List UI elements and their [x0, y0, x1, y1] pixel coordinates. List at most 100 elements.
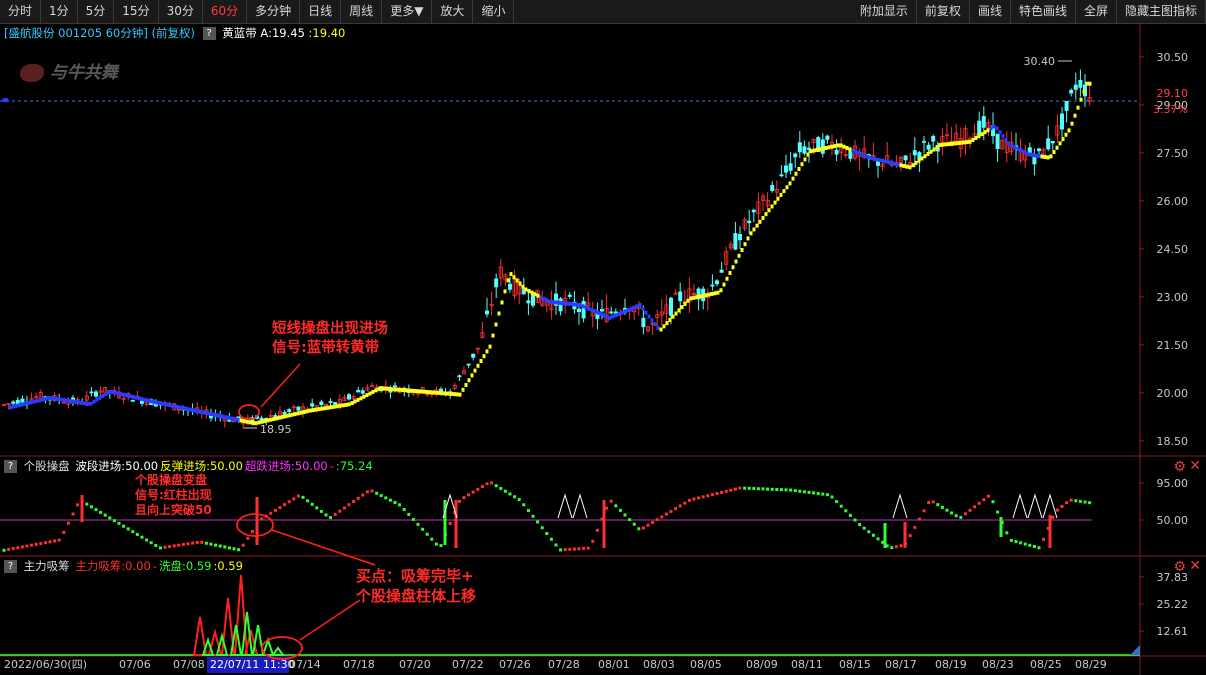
indicator1-mark: [517, 498, 521, 502]
indicator1-mark: [526, 509, 530, 512]
indicator1-mark: [301, 495, 305, 499]
band-segment: [431, 390, 435, 395]
annotation-line: 个股操盘柱体上移: [356, 587, 477, 605]
band-segment: [527, 289, 531, 294]
band-segment: [1019, 148, 1023, 153]
candle-body: [11, 401, 16, 404]
band-segment: [227, 415, 231, 420]
band-segment: [506, 278, 510, 283]
indicator1-mark: [894, 545, 898, 549]
indicator1-mark: [715, 492, 719, 496]
candle-body: [484, 310, 489, 315]
x-axis-label: 08/25: [1030, 658, 1062, 671]
indicator1-mark: [379, 494, 383, 498]
candle-body: [1073, 84, 1078, 90]
signal-triangle: [557, 493, 573, 519]
indicator1-mark: [195, 540, 199, 544]
indicator1-mark: [448, 522, 452, 526]
x-axis-label: 08/11: [791, 658, 823, 671]
band-segment: [413, 389, 417, 393]
band-segment: [788, 181, 792, 186]
band-segment: [503, 289, 507, 294]
band-segment: [332, 404, 336, 409]
band-segment: [956, 141, 960, 146]
indicator1-mark: [122, 524, 126, 528]
band-segment: [974, 135, 978, 140]
y-tick-label: 27.50: [1157, 147, 1189, 160]
indicator1-mark: [945, 508, 949, 512]
candle-body: [259, 417, 264, 421]
candle-body: [788, 163, 793, 171]
band-segment: [647, 314, 651, 319]
indicator1-mark: [572, 547, 576, 551]
candle-body: [922, 140, 927, 143]
band-segment: [65, 398, 69, 403]
band-segment: [707, 292, 711, 297]
indicator1-mark: [218, 544, 222, 548]
band-segment: [293, 412, 297, 417]
band-segment: [1076, 105, 1080, 110]
band-segment: [1010, 143, 1014, 148]
bull-logo-icon: [20, 64, 44, 82]
indicator1-mark: [241, 543, 245, 547]
band-segment: [131, 394, 135, 399]
indicator1-mark: [775, 487, 779, 491]
indicator1-mark: [1005, 531, 1009, 535]
band-segment: [485, 349, 489, 354]
indicator1-mark: [779, 488, 783, 492]
band-segment: [497, 311, 501, 316]
band-segment: [407, 388, 411, 393]
kline-chart[interactable]: 30.5029.0027.5026.0024.5023.0021.5020.00…: [0, 0, 1206, 675]
band-segment: [1004, 137, 1008, 142]
band-segment: [641, 306, 645, 311]
x-axis-label: 08/03: [643, 658, 675, 671]
band-segment: [1049, 154, 1053, 159]
indicator1-mark: [591, 539, 595, 543]
band-segment: [125, 393, 129, 398]
annotation-circle: [238, 404, 260, 420]
band-segment: [587, 306, 591, 311]
band-segment: [494, 322, 498, 327]
indicator1-mark: [1060, 504, 1064, 508]
indicator1-mark: [103, 513, 107, 517]
indicator1-mark: [752, 487, 756, 491]
band-segment: [674, 311, 678, 316]
candle-body: [926, 144, 931, 150]
band-segment: [314, 407, 318, 412]
band-segment: [758, 219, 762, 224]
band-segment: [671, 314, 675, 319]
band-segment: [35, 398, 39, 403]
x-axis-label: 08/15: [839, 658, 871, 671]
band-segment: [470, 373, 474, 378]
indicator1-mark: [959, 515, 963, 519]
indicator1-mark: [802, 490, 806, 494]
indicator1-mark: [821, 492, 825, 496]
candle-body: [287, 409, 292, 412]
band-segment: [119, 392, 123, 397]
band-segment: [980, 132, 984, 137]
candle-body: [1037, 148, 1042, 152]
band-segment: [275, 416, 279, 421]
band-segment: [1001, 134, 1005, 139]
band-segment: [146, 398, 150, 403]
indicator1-mark: [936, 503, 940, 507]
band-segment: [995, 126, 999, 131]
candle-body: [678, 291, 683, 302]
indicator1-mark: [490, 481, 494, 485]
band-segment: [794, 171, 798, 176]
candle-body: [388, 390, 393, 393]
indicator1-mark: [968, 508, 972, 512]
indicator1-mark: [609, 499, 613, 503]
indicator1-mark: [540, 526, 544, 530]
indicator1-mark: [168, 545, 172, 549]
indicator1-mark: [140, 535, 144, 539]
band-segment: [944, 142, 948, 147]
band-segment: [335, 404, 339, 409]
indicator1-mark: [467, 493, 471, 497]
indicator1-mark: [365, 490, 369, 494]
band-segment: [947, 142, 951, 147]
x-axis-label: 07/22: [452, 658, 484, 671]
indicator1-mark: [7, 547, 11, 551]
band-segment: [920, 156, 924, 161]
band-segment: [710, 291, 714, 296]
